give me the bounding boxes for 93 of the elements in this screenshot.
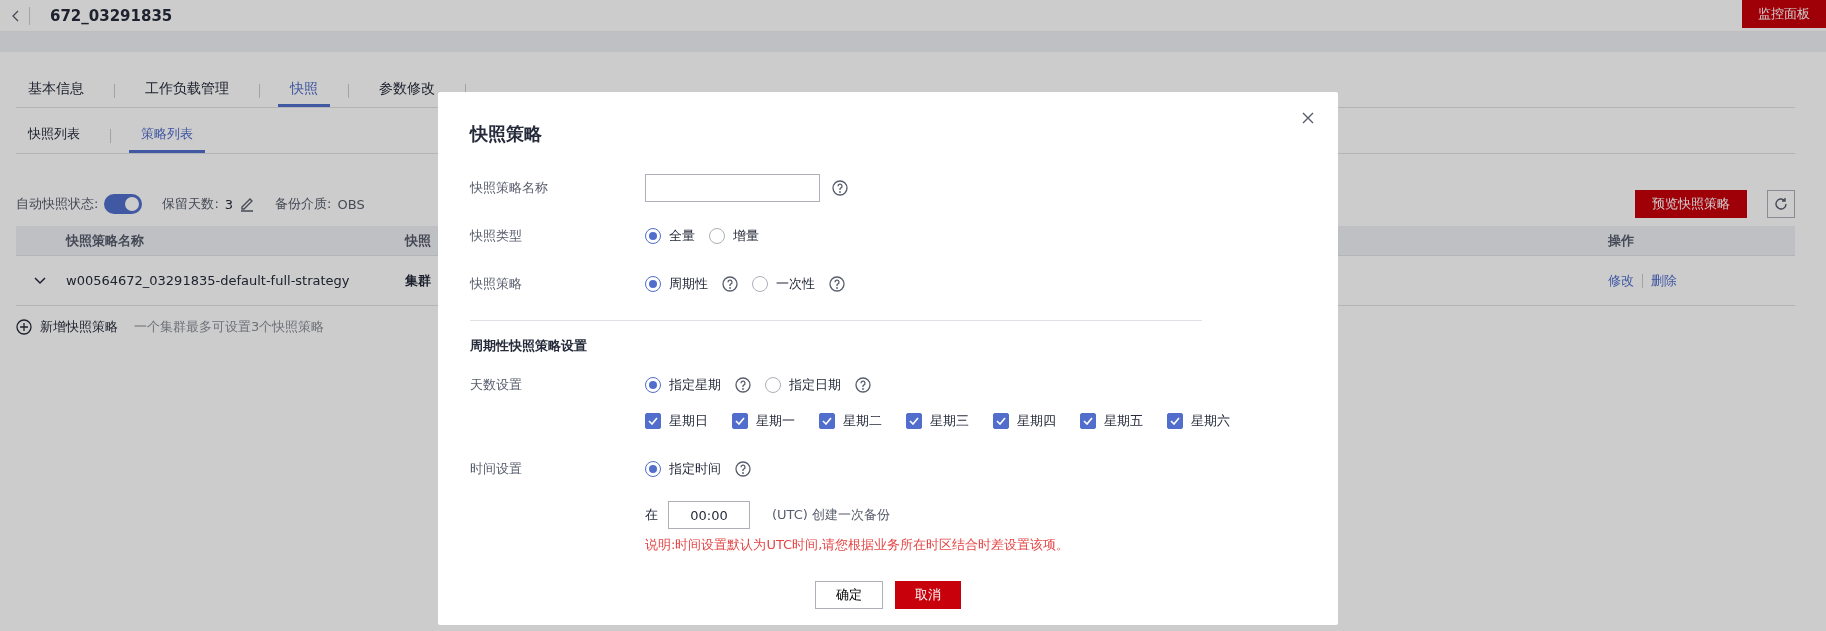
option-label: 指定星期 (669, 376, 721, 394)
checkbox[interactable] (732, 413, 748, 429)
option-label: 星期日 (669, 412, 708, 430)
expand-icon[interactable] (34, 276, 46, 285)
checkbox[interactable] (993, 413, 1009, 429)
checkbox-option[interactable]: 星期四 (993, 412, 1056, 430)
sub-tab[interactable]: 策略列表 (129, 118, 205, 153)
checkbox[interactable] (819, 413, 835, 429)
checkbox-option[interactable]: 星期日 (645, 412, 708, 430)
option-label: 星期二 (843, 412, 882, 430)
radio-option[interactable]: 周期性 (645, 275, 708, 293)
help-icon[interactable] (832, 180, 848, 196)
tab[interactable]: 基本信息 (16, 74, 96, 107)
back-icon[interactable] (10, 9, 19, 22)
dialog-title: 快照策略 (470, 122, 543, 146)
retain-days-value: 3 (224, 196, 234, 212)
add-icon[interactable] (16, 319, 32, 335)
checkbox-option[interactable]: 星期五 (1080, 412, 1143, 430)
field-label: 天数设置 (470, 376, 523, 394)
close-icon (1300, 110, 1316, 126)
toggle-switch[interactable] (104, 194, 143, 214)
auto-snapshot-label: 自动快照状态: (16, 195, 99, 213)
backup-medium-value: OBS (337, 196, 365, 212)
table-cell: 集群 (405, 271, 431, 290)
checkbox-option[interactable]: 星期一 (732, 412, 795, 430)
option-label: 全量 (669, 227, 695, 245)
check-icon (735, 417, 745, 425)
field-label: 时间设置 (470, 460, 523, 478)
check-icon (1170, 417, 1180, 425)
checkbox-option[interactable]: 星期三 (906, 412, 969, 430)
radio-option[interactable]: 全量 (645, 227, 695, 245)
help-icon[interactable] (735, 377, 751, 393)
radio-option[interactable]: 指定星期 (645, 376, 721, 394)
help-icon[interactable] (829, 276, 845, 292)
check-icon (909, 417, 919, 425)
section-title: 周期性快照策略设置 (470, 337, 588, 355)
checkbox[interactable] (1080, 413, 1096, 429)
option-label: 星期四 (1017, 412, 1056, 430)
radio-option[interactable]: 指定时间 (645, 460, 721, 478)
option-label: 星期六 (1191, 412, 1230, 430)
check-icon (996, 417, 1006, 425)
tab[interactable]: 工作负载管理 (133, 74, 241, 107)
option-label: 星期五 (1104, 412, 1143, 430)
tab[interactable]: 快照 (278, 74, 330, 107)
close-button[interactable] (1300, 110, 1316, 126)
refresh-icon (1774, 197, 1788, 211)
help-icon[interactable] (855, 377, 871, 393)
check-icon (822, 417, 832, 425)
field-label: 快照策略 (470, 275, 523, 293)
option-label: 一次性 (776, 275, 815, 293)
option-label: 增量 (733, 227, 759, 245)
confirm-button[interactable]: 确定 (815, 581, 883, 609)
action-link[interactable]: 修改 (1608, 271, 1634, 290)
column-header: 快照 (405, 231, 431, 250)
edit-icon[interactable] (239, 196, 256, 212)
check-icon (648, 417, 658, 425)
add-strategy-link[interactable]: 新增快照策略 (40, 318, 118, 336)
page-title: 672_03291835 (50, 6, 174, 25)
retain-days-label: 保留天数: (162, 195, 219, 213)
field-label: 快照类型 (470, 227, 523, 245)
policy-name-field[interactable] (645, 174, 820, 202)
tab[interactable]: 参数修改 (367, 74, 447, 107)
refresh-button[interactable] (1767, 190, 1795, 218)
time-prefix: 在 (645, 506, 658, 524)
checkbox[interactable] (645, 413, 661, 429)
cancel-button[interactable]: 取消 (895, 581, 961, 609)
help-icon[interactable] (735, 461, 751, 477)
checkbox-option[interactable]: 星期二 (819, 412, 882, 430)
option-label: 指定时间 (669, 460, 721, 478)
checkbox[interactable] (1167, 413, 1183, 429)
timezone-note: 说明:时间设置默认为UTC时间,请您根据业务所在时区结合时差设置该项。 (645, 536, 1070, 554)
help-icon[interactable] (722, 276, 738, 292)
check-icon (1083, 417, 1093, 425)
table-cell: w00564672_03291835-default-full-strategy (66, 273, 350, 288)
action-link[interactable]: 删除 (1651, 271, 1677, 290)
column-header: 操作 (1607, 231, 1634, 250)
radio-option[interactable]: 一次性 (752, 275, 815, 293)
checkbox[interactable] (906, 413, 922, 429)
option-label: 星期三 (930, 412, 969, 430)
option-label: 星期一 (756, 412, 795, 430)
time-field[interactable]: 00:00 (668, 501, 750, 529)
sub-tab[interactable]: 快照列表 (16, 118, 92, 153)
time-suffix: (UTC) 创建一次备份 (772, 506, 891, 524)
field-label: 快照策略名称 (470, 179, 549, 197)
radio-option[interactable]: 指定日期 (765, 376, 841, 394)
monitor-button[interactable]: 监控面板 (1742, 0, 1826, 28)
column-header: 快照策略名称 (66, 231, 144, 250)
checkbox-option[interactable]: 星期六 (1167, 412, 1230, 430)
backup-medium-label: 备份介质: (275, 195, 332, 213)
radio-option[interactable]: 增量 (709, 227, 759, 245)
option-label: 指定日期 (789, 376, 841, 394)
preview-button[interactable]: 预览快照策略 (1635, 190, 1747, 218)
option-label: 周期性 (669, 275, 708, 293)
